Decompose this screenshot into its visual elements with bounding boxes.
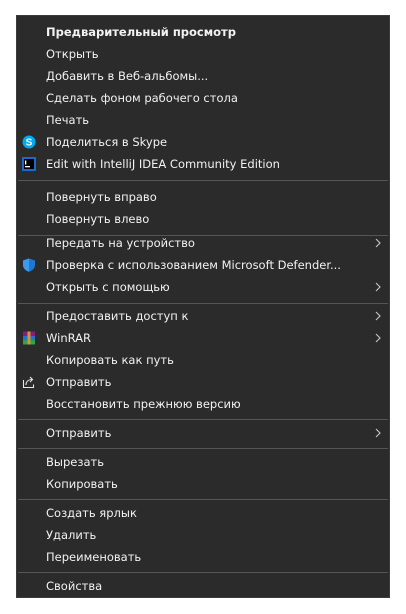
menu-item-label: Создать ярлык [46, 506, 137, 520]
menu-item-label: Переименовать [46, 550, 142, 564]
svg-text:S: S [26, 138, 33, 149]
skype-icon: S [22, 135, 36, 149]
menu-item-label: Вырезать [46, 455, 104, 469]
menu-item-label: Повернуть влево [46, 212, 150, 226]
chevron-right-icon [375, 311, 381, 321]
menu-item-preview[interactable]: Предварительный просмотр [17, 21, 389, 43]
menu-item-label: Предварительный просмотр [46, 25, 236, 39]
menu-item-copy-as-path[interactable]: Копировать как путь [17, 349, 389, 371]
menu-separator [18, 303, 388, 304]
defender-shield-icon [23, 258, 35, 272]
menu-item-label: Удалить [46, 528, 97, 542]
menu-item-cast-to-device[interactable]: Передать на устройство [17, 232, 389, 254]
menu-item-defender-scan[interactable]: Проверка с использованием Microsoft Defe… [17, 254, 389, 276]
menu-item-label: Копировать как путь [46, 353, 174, 367]
menu-item-label: Копировать [46, 477, 118, 491]
menu-item-label: WinRAR [46, 331, 91, 345]
menu-item-label: Предоставить доступ к [46, 309, 189, 323]
menu-item-label: Восстановить прежнюю версию [46, 397, 241, 411]
menu-item-create-shortcut[interactable]: Создать ярлык [17, 502, 389, 524]
menu-item-label: Печать [46, 113, 90, 127]
menu-item-print[interactable]: Печать [17, 109, 389, 131]
menu-separator [18, 499, 388, 500]
menu-item-properties[interactable]: Свойства [17, 575, 389, 597]
menu-item-label: Добавить в Веб-альбомы... [46, 69, 209, 83]
menu-item-give-access[interactable]: Предоставить доступ к [17, 305, 389, 327]
share-icon [22, 376, 35, 389]
menu-item-label: Открыть с помощью [46, 280, 170, 294]
menu-item-rotate-right[interactable]: Повернуть вправо [17, 186, 389, 208]
winrar-icon [23, 331, 35, 345]
menu-separator [18, 448, 388, 449]
intellij-idea-icon [22, 157, 36, 171]
menu-item-open[interactable]: Открыть [17, 43, 389, 65]
menu-item-cut[interactable]: Вырезать [17, 451, 389, 473]
menu-separator [18, 572, 388, 573]
menu-item-label: Отправить [46, 426, 112, 440]
context-menu: Предварительный просмотр Открыть Добавит… [16, 15, 390, 598]
menu-item-label: Передать на устройство [46, 236, 195, 250]
menu-item-restore-previous-versions[interactable]: Восстановить прежнюю версию [17, 393, 389, 415]
menu-item-share-skype[interactable]: S Поделиться в Skype [17, 131, 389, 153]
menu-item-winrar[interactable]: WinRAR [17, 327, 389, 349]
menu-item-label: Повернуть вправо [46, 190, 157, 204]
menu-item-send-to[interactable]: Отправить [17, 422, 389, 444]
chevron-right-icon [375, 428, 381, 438]
menu-item-edit-intellij[interactable]: Edit with IntelliJ IDEA Community Editio… [17, 153, 389, 175]
menu-item-label: Проверка с использованием Microsoft Defe… [46, 258, 341, 272]
menu-separator [18, 419, 388, 420]
menu-item-label: Сделать фоном рабочего стола [46, 91, 238, 105]
menu-item-set-desktop-background[interactable]: Сделать фоном рабочего стола [17, 87, 389, 109]
menu-item-delete[interactable]: Удалить [17, 524, 389, 546]
menu-item-rotate-left[interactable]: Повернуть влево [17, 208, 389, 230]
chevron-right-icon [375, 282, 381, 292]
chevron-right-icon [375, 238, 381, 248]
menu-item-add-to-web-albums[interactable]: Добавить в Веб-альбомы... [17, 65, 389, 87]
menu-item-label: Поделиться в Skype [46, 135, 168, 149]
menu-item-open-with[interactable]: Открыть с помощью [17, 276, 389, 298]
menu-separator [18, 180, 388, 181]
menu-item-copy[interactable]: Копировать [17, 473, 389, 495]
menu-item-label: Отправить [46, 375, 112, 389]
menu-item-label: Свойства [46, 579, 103, 593]
menu-item-rename[interactable]: Переименовать [17, 546, 389, 568]
menu-item-label: Edit with IntelliJ IDEA Community Editio… [46, 157, 280, 171]
menu-item-share[interactable]: Отправить [17, 371, 389, 393]
chevron-right-icon [375, 333, 381, 343]
menu-item-label: Открыть [46, 47, 99, 61]
